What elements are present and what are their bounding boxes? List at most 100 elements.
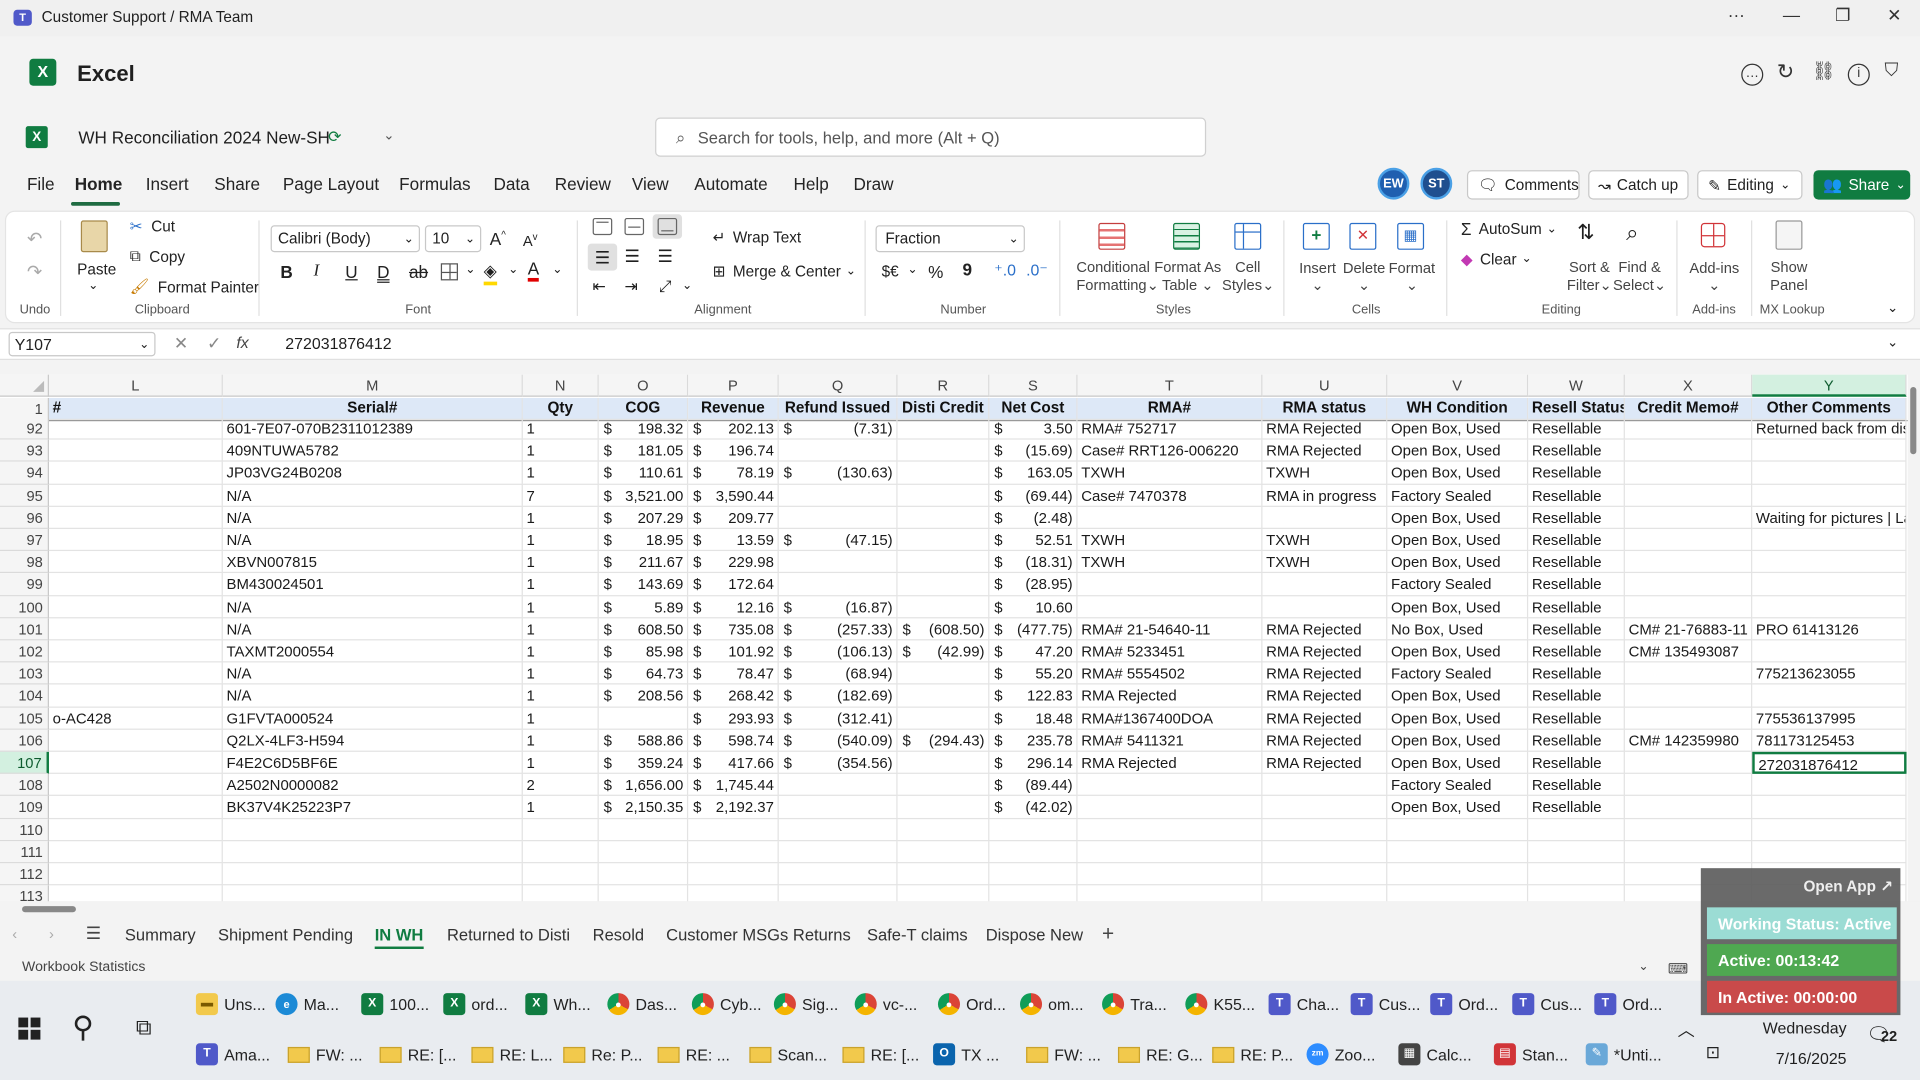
cell-p93[interactable]: $196.74	[688, 439, 779, 463]
chevron-down-icon[interactable]: ⌄	[907, 263, 917, 276]
cell-n106[interactable]: 1	[522, 729, 599, 752]
catch-up-button[interactable]: ↝ Catch up	[1588, 170, 1689, 200]
cell-r94[interactable]	[897, 462, 990, 485]
taskbar-item[interactable]: ● Tra...	[1102, 983, 1167, 1025]
clock-day[interactable]: Wednesday	[1753, 1019, 1847, 1037]
row-header[interactable]: 94	[0, 462, 49, 485]
align-top-icon[interactable]	[592, 217, 613, 236]
cell-m106[interactable]: Q2LX-4LF3-H594	[222, 729, 523, 752]
sort-filter-icon[interactable]: ⇅	[1577, 220, 1594, 244]
cell-r93[interactable]	[897, 439, 990, 463]
taskbar-item[interactable]: FW: ...	[1026, 1033, 1101, 1075]
undo-icon[interactable]: ↶	[27, 228, 42, 250]
cell-l102[interactable]	[48, 640, 223, 663]
cell-o105[interactable]	[598, 707, 689, 730]
search-icon[interactable]: ⌕	[1626, 220, 1638, 246]
column-header-n[interactable]: N	[522, 374, 599, 397]
insert-function-icon[interactable]: fx	[236, 333, 248, 351]
cell-n104[interactable]: 1	[522, 684, 599, 708]
find-select-button[interactable]: Find & Select⌄	[1611, 258, 1667, 295]
cell-l109[interactable]	[48, 796, 223, 819]
cell-n100[interactable]: 1	[522, 595, 599, 619]
document-name[interactable]: WH Reconciliation 2024 New-SH	[78, 127, 330, 147]
tab-draw[interactable]: Draw	[851, 174, 896, 194]
cell-y105[interactable]: 775536137995	[1752, 707, 1907, 730]
cell-n105[interactable]: 1	[522, 707, 599, 730]
cell-o110[interactable]	[598, 818, 689, 841]
cell-l94[interactable]	[48, 462, 223, 485]
taskbar-item[interactable]: RE: [...	[842, 1033, 919, 1075]
taskbar-item[interactable]: O TX ...	[933, 1033, 999, 1075]
taskbar-item[interactable]: X 100...	[361, 983, 429, 1025]
cell-m103[interactable]: N/A	[222, 662, 523, 685]
cell-u102[interactable]: RMA Rejected	[1262, 640, 1388, 663]
column-header-s[interactable]: S	[989, 374, 1078, 397]
taskbar-item[interactable]: ● Das...	[607, 983, 677, 1025]
number-format-select[interactable]: Fraction ⌄	[875, 225, 1025, 253]
row-header[interactable]: 99	[0, 573, 49, 596]
wrap-text-button[interactable]: ↵ Wrap Text	[713, 228, 802, 246]
sheet-tab-resold[interactable]: Resold	[593, 926, 644, 944]
taskbar-item[interactable]: T Ama...	[195, 1033, 270, 1075]
cell-w92[interactable]: Resellable	[1528, 417, 1625, 440]
cell-o108[interactable]: $1,656.00	[598, 774, 689, 797]
cell-w109[interactable]: Resellable	[1528, 796, 1625, 819]
cell-o98[interactable]: $211.67	[598, 551, 689, 574]
cell-n99[interactable]: 1	[522, 573, 599, 596]
strikethrough-icon[interactable]: ab	[409, 262, 428, 282]
cell-y93[interactable]	[1752, 439, 1907, 463]
cell-r92[interactable]	[897, 417, 990, 440]
cell-s102[interactable]: $47.20	[989, 640, 1078, 663]
row-header[interactable]: 102	[0, 640, 49, 663]
cell-v95[interactable]: Factory Sealed	[1387, 484, 1529, 507]
taskbar-item[interactable]: RE: ...	[657, 1033, 730, 1075]
cell-p106[interactable]: $598.74	[688, 729, 779, 752]
tab-help[interactable]: Help	[791, 174, 831, 194]
tab-view[interactable]: View	[629, 174, 671, 194]
cell-m100[interactable]: N/A	[222, 595, 523, 619]
cell-p98[interactable]: $229.98	[688, 551, 779, 574]
cell-u95[interactable]: RMA in progress	[1262, 484, 1388, 507]
row-header[interactable]: 93	[0, 439, 49, 463]
taskbar-item[interactable]: Xord...	[443, 983, 508, 1025]
percent-icon[interactable]: %	[928, 262, 943, 282]
cell-u94[interactable]: TXWH	[1262, 462, 1388, 485]
column-header-m[interactable]: M	[222, 374, 523, 397]
cell-u106[interactable]: RMA Rejected	[1262, 729, 1388, 752]
add-sheet-icon[interactable]: +	[1102, 922, 1114, 946]
cell-p105[interactable]: $293.93	[688, 707, 779, 730]
cell-s97[interactable]: $52.51	[989, 528, 1078, 552]
cell-l93[interactable]	[48, 439, 223, 463]
cell-t97[interactable]: TXWH	[1077, 528, 1263, 552]
cell-s108[interactable]: $ (89.44)	[989, 774, 1078, 797]
cell-m107[interactable]: F4E2C6D5BF6E	[222, 751, 523, 775]
cell-p111[interactable]	[688, 840, 779, 864]
cell-v98[interactable]: Open Box, Used	[1387, 551, 1529, 574]
comments-button[interactable]: 🗨 Comments	[1466, 170, 1580, 200]
cell-x101[interactable]: CM# 21-76883-11	[1624, 618, 1753, 641]
sheet-tab-shipment-pending[interactable]: Shipment Pending	[218, 926, 353, 944]
chevron-down-icon[interactable]: ⌄	[383, 127, 394, 144]
comma-style-icon[interactable]: 9	[962, 260, 972, 280]
cell-r106[interactable]: $ (294.43)	[897, 729, 990, 752]
cell-l112[interactable]	[48, 863, 223, 886]
cell-r99[interactable]	[897, 573, 990, 596]
editing-mode-button[interactable]: ✎ Editing ⌄	[1697, 170, 1803, 200]
cell-l92[interactable]	[48, 417, 223, 440]
cell-x102[interactable]: CM# 135493087	[1624, 640, 1753, 663]
cell-u103[interactable]: RMA Rejected	[1262, 662, 1388, 685]
cell-u98[interactable]: TXWH	[1262, 551, 1388, 574]
cell-t95[interactable]: Case# 7470378	[1077, 484, 1263, 507]
row-header[interactable]: 98	[0, 551, 49, 574]
cell-v111[interactable]	[1387, 840, 1529, 864]
cell-y103[interactable]: 775213623055	[1752, 662, 1907, 685]
taskbar-item[interactable]: T Ord...	[1430, 983, 1498, 1025]
cell-t102[interactable]: RMA# 5233451	[1077, 640, 1263, 663]
cell-q101[interactable]: $ (257.33)	[778, 618, 898, 641]
cell-p101[interactable]: $735.08	[688, 618, 779, 641]
cell-q107[interactable]: $ (354.56)	[778, 751, 898, 775]
decrease-font-icon[interactable]: Av	[523, 231, 538, 249]
cell-v100[interactable]: Open Box, Used	[1387, 595, 1529, 619]
tab-review[interactable]: Review	[552, 174, 613, 194]
sheet-tab-in-wh[interactable]: IN WH	[374, 926, 424, 949]
